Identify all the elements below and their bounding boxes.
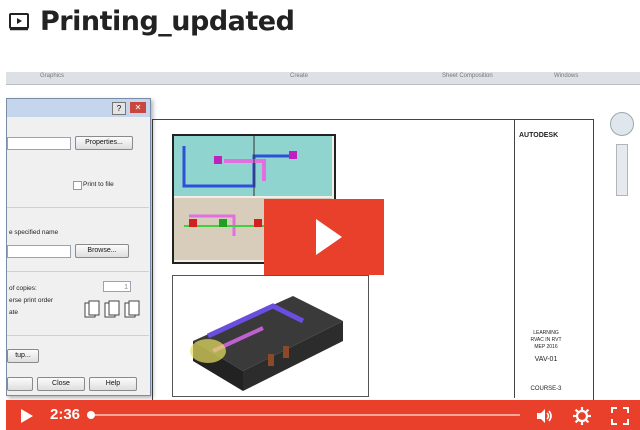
progress-knob[interactable] [87, 411, 95, 419]
video-icon [9, 13, 29, 31]
help-button[interactable]: Help [89, 377, 137, 391]
project-line: LEARNING [533, 330, 559, 336]
divider [7, 271, 149, 272]
ribbon-label: Graphics [40, 73, 65, 79]
sheet-name: VAV-01 [534, 356, 558, 363]
3d-view [172, 275, 369, 397]
copies-stepper[interactable]: 1 [103, 281, 131, 292]
navigation-bar[interactable] [616, 144, 628, 196]
specified-name-label: e specified name [9, 229, 59, 236]
print-dialog: ? ✕ Properties... Print to file e specif… [6, 98, 151, 396]
ok-button[interactable] [7, 377, 33, 391]
course-label: COURSE-3 [530, 386, 562, 392]
video-player[interactable]: Graphics Create Sheet Composition Window… [6, 72, 640, 430]
ribbon-label: Sheet Composition [442, 73, 493, 79]
close-button[interactable]: Close [37, 377, 85, 391]
play-overlay-button[interactable] [264, 199, 384, 275]
print-to-file-checkbox[interactable] [73, 181, 82, 190]
revit-ribbon: Graphics Create Sheet Composition Window… [6, 72, 640, 85]
close-icon[interactable]: ✕ [130, 102, 146, 113]
settings-gear-icon[interactable] [572, 406, 592, 426]
ribbon-label: Create [290, 73, 309, 79]
file-name-input[interactable] [7, 245, 71, 258]
volume-icon[interactable] [534, 406, 554, 426]
dialog-titlebar: ? ✕ [7, 99, 150, 117]
divider [7, 207, 149, 208]
progress-bar[interactable] [87, 411, 520, 419]
viewcube-icon[interactable] [610, 112, 634, 136]
print-to-file-label: Print to file [83, 181, 114, 188]
fullscreen-icon[interactable] [610, 406, 630, 426]
play-icon [316, 219, 342, 255]
current-time: 2:36 [50, 406, 81, 423]
browse-button[interactable]: Browse... [75, 244, 129, 258]
setup-button[interactable]: tup... [7, 349, 39, 363]
printer-select[interactable] [7, 137, 71, 150]
player-controls: 2:36 [6, 400, 640, 430]
project-line: MEP 2016 [534, 344, 558, 350]
title-block: AUTODESK LEARNING RVAC IN RVT MEP 2016 V… [514, 120, 577, 398]
properties-button[interactable]: Properties... [75, 136, 133, 150]
divider [7, 335, 149, 336]
reverse-order-label: erse print order [9, 297, 54, 304]
building-3d [190, 296, 343, 391]
view-navigation [610, 112, 636, 196]
collate-icon [84, 300, 140, 318]
project-line: RVAC IN RVT [530, 337, 562, 343]
company-name: AUTODESK [519, 132, 559, 139]
help-icon[interactable]: ? [112, 102, 126, 115]
copies-label: of copies: [9, 285, 37, 292]
page-title: Printing_updated [40, 5, 295, 37]
collate-label: ate [9, 309, 19, 316]
page-header: Printing_updated [8, 4, 295, 38]
ribbon-label: Windows [554, 73, 579, 79]
play-icon[interactable] [16, 406, 36, 426]
